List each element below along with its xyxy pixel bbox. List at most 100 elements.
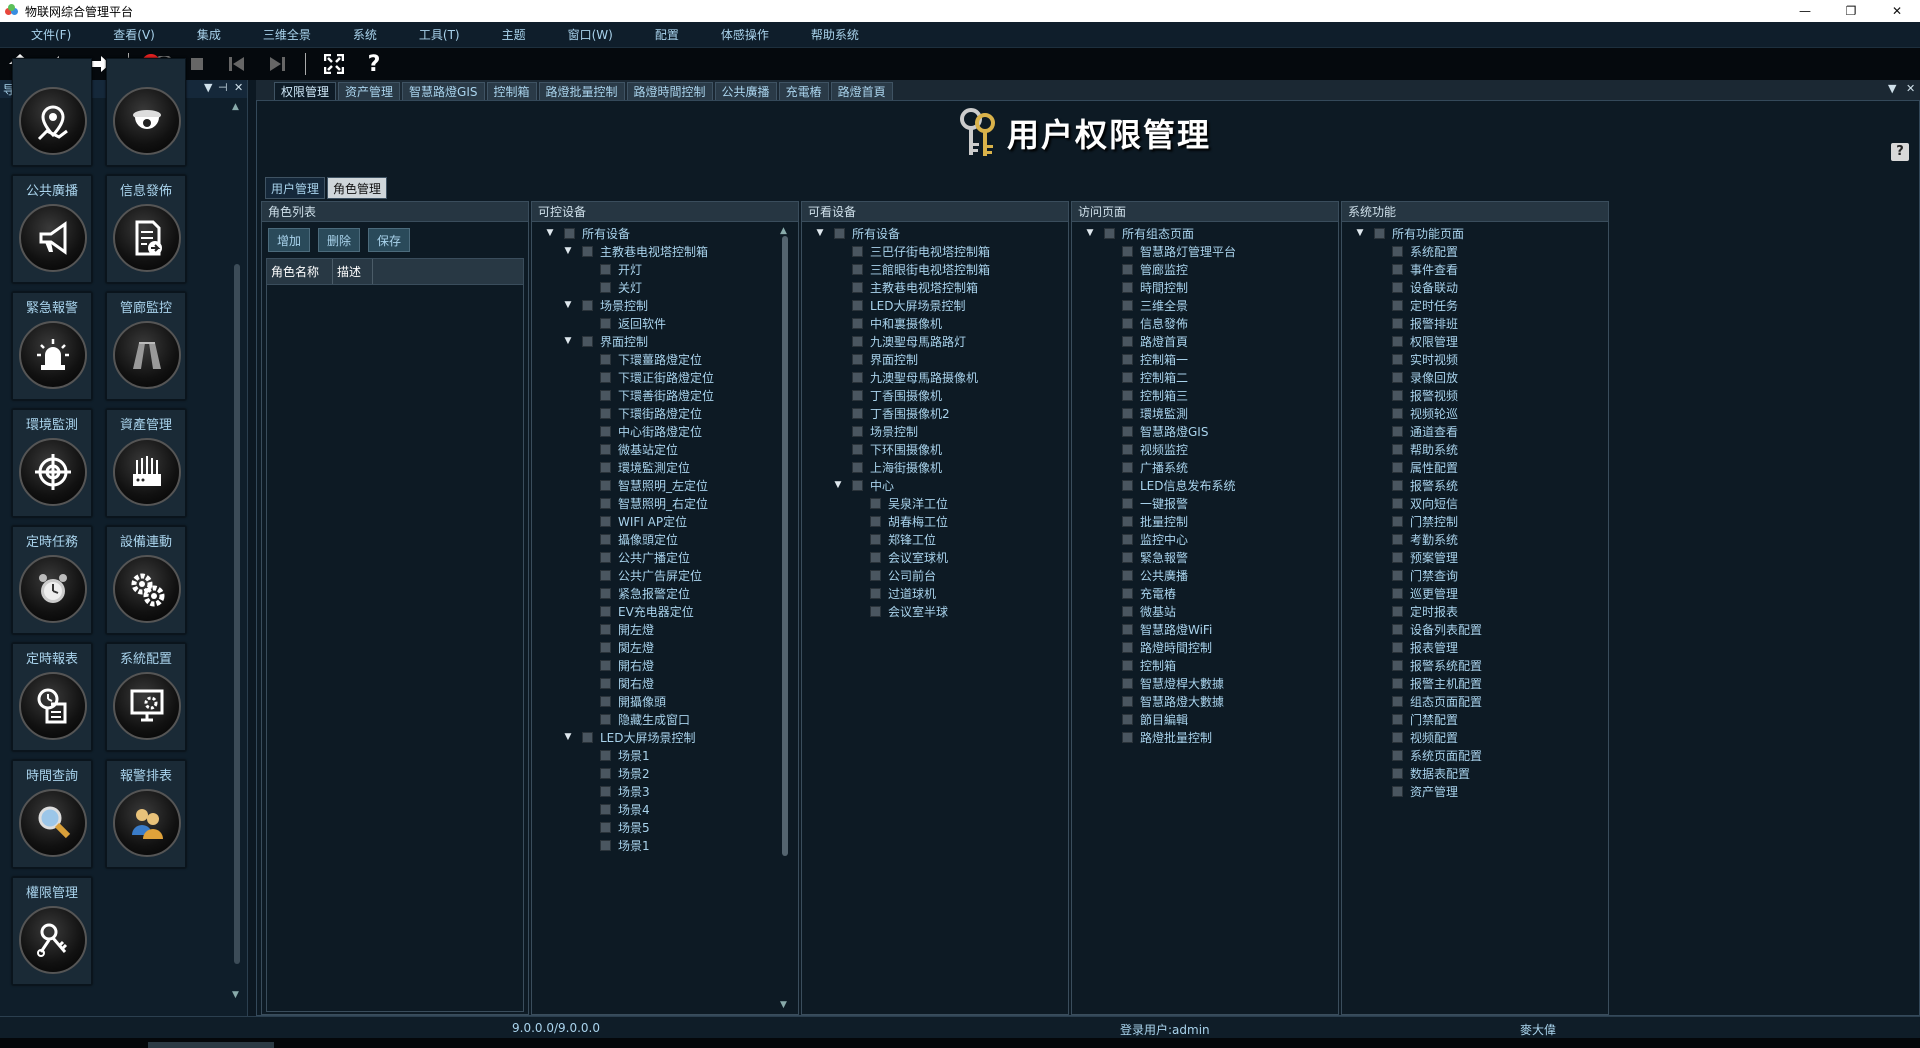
tree-node[interactable]: 紧急报警定位 [532,584,798,602]
permission-checkbox[interactable] [1392,677,1403,689]
expand-toggle-icon[interactable]: ▼ [562,246,574,256]
tree-node[interactable]: 场景控制 [802,422,1068,440]
permission-checkbox[interactable] [1374,227,1385,239]
permission-checkbox[interactable] [1392,659,1403,671]
tree-node[interactable]: 関右燈 [532,674,798,692]
permission-checkbox[interactable] [852,353,863,365]
tree-node[interactable]: 九澳聖母馬路摄像机 [802,368,1068,386]
close-panel-icon[interactable]: ✕ [234,81,243,94]
tree-node[interactable]: ▼ LED大屏场景控制 [532,728,798,746]
tree-node[interactable]: ▼ 中心 [802,476,1068,494]
menu-tools[interactable]: 工具(T) [419,26,460,43]
permission-checkbox[interactable] [600,839,611,851]
permission-checkbox[interactable] [1392,461,1403,473]
permission-checkbox[interactable] [600,749,611,761]
permission-checkbox[interactable] [1122,245,1133,257]
document-tab[interactable]: 路燈首頁 [830,82,893,100]
column-role-name[interactable]: 角色名称 [267,259,333,284]
permission-checkbox[interactable] [1392,353,1403,365]
permission-checkbox[interactable] [1392,407,1403,419]
tree-node[interactable]: 实时视频 [1342,350,1608,368]
tree-node[interactable]: 智慧路灯管理平台 [1072,242,1338,260]
tree-node[interactable]: 時間控制 [1072,278,1338,296]
tree-node[interactable]: 场景4 [532,800,798,818]
permission-checkbox[interactable] [1122,263,1133,275]
nav-tile[interactable]: 定時報表 [12,643,92,751]
tree-node[interactable]: 公共广播定位 [532,548,798,566]
permission-checkbox[interactable] [1392,515,1403,527]
document-tab[interactable]: 充電樁 [778,82,829,100]
permission-checkbox[interactable] [600,551,611,563]
tree-node[interactable]: 環境監測定位 [532,458,798,476]
scroll-down-icon[interactable]: ▼ [232,990,239,1000]
tree-node[interactable]: 公共广告屏定位 [532,566,798,584]
expand-toggle-icon[interactable]: ▼ [814,228,826,238]
permission-checkbox[interactable] [870,551,881,563]
previous-button[interactable] [217,49,257,79]
tree-node[interactable]: 智慧照明_左定位 [532,476,798,494]
permission-checkbox[interactable] [870,569,881,581]
tree-node[interactable]: 关灯 [532,278,798,296]
tree-node[interactable]: 隐藏生成窗口 [532,710,798,728]
tree-node[interactable]: 下環善街路燈定位 [532,386,798,404]
permission-checkbox[interactable] [1122,461,1133,473]
permission-checkbox[interactable] [1392,569,1403,581]
tree-node[interactable]: 三巴仔街电视塔控制箱 [802,242,1068,260]
permission-checkbox[interactable] [1392,713,1403,725]
permission-checkbox[interactable] [582,335,593,347]
tree-node[interactable]: 路燈批量控制 [1072,728,1338,746]
permission-checkbox[interactable] [870,605,881,617]
permission-checkbox[interactable] [1122,317,1133,329]
permission-checkbox[interactable] [600,785,611,797]
tree-node[interactable]: ▼ 所有功能页面 [1342,224,1608,242]
minimize-button[interactable]: — [1782,0,1828,22]
tree-node[interactable]: 录像回放 [1342,368,1608,386]
permission-checkbox[interactable] [870,587,881,599]
tree-node[interactable]: LED大屏场景控制 [802,296,1068,314]
permission-checkbox[interactable] [852,317,863,329]
tree-node[interactable]: 攝像頭定位 [532,530,798,548]
tree-node[interactable]: 節目編輯 [1072,710,1338,728]
nav-tile[interactable]: 時間查詢 [12,760,92,868]
tree-node[interactable]: 场景1 [532,836,798,854]
tree-node[interactable]: ▼ 主教巷电视塔控制箱 [532,242,798,260]
expand-toggle-icon[interactable]: ▼ [544,228,556,238]
permission-checkbox[interactable] [1122,587,1133,599]
permission-checkbox[interactable] [582,731,593,743]
permission-checkbox[interactable] [1122,353,1133,365]
permission-checkbox[interactable] [600,497,611,509]
tree-node[interactable]: 九澳聖母馬路路灯 [802,332,1068,350]
tree-node[interactable]: WIFI AP定位 [532,512,798,530]
permission-checkbox[interactable] [1392,425,1403,437]
delete-role-button[interactable]: 删除 [318,228,360,252]
permission-checkbox[interactable] [600,389,611,401]
permission-checkbox[interactable] [600,515,611,527]
permission-checkbox[interactable] [600,281,611,293]
tree-node[interactable]: 路燈時間控制 [1072,638,1338,656]
tree-node[interactable]: 返回软件 [532,314,798,332]
permission-checkbox[interactable] [600,767,611,779]
tree-node[interactable]: 设备联动 [1342,278,1608,296]
panel-menu-icon[interactable]: ▼ [204,81,212,94]
tree-node[interactable]: 信息發佈 [1072,314,1338,332]
permission-checkbox[interactable] [852,425,863,437]
permission-checkbox[interactable] [1122,551,1133,563]
restore-button[interactable]: ❐ [1828,0,1874,22]
tree-node[interactable]: 会议室半球 [802,602,1068,620]
permission-checkbox[interactable] [852,461,863,473]
tree-node[interactable]: 智慧路燈大數據 [1072,692,1338,710]
document-tab[interactable]: 路燈時間控制 [626,82,713,100]
tree-node[interactable]: 权限管理 [1342,332,1608,350]
permission-checkbox[interactable] [600,695,611,707]
tree-node[interactable]: 批量控制 [1072,512,1338,530]
expand-toggle-icon[interactable]: ▼ [562,300,574,310]
permission-checkbox[interactable] [600,659,611,671]
tree-node[interactable]: 场景2 [532,764,798,782]
tree-node[interactable]: 控制箱一 [1072,350,1338,368]
document-tab[interactable]: 权限管理 [274,82,337,100]
tree-node[interactable]: 界面控制 [802,350,1068,368]
tree-node[interactable]: 门禁控制 [1342,512,1608,530]
tree-node[interactable]: 下环围摄像机 [802,440,1068,458]
tree-node[interactable]: 过道球机 [802,584,1068,602]
document-tab[interactable]: 智慧路燈GIS [402,82,485,100]
